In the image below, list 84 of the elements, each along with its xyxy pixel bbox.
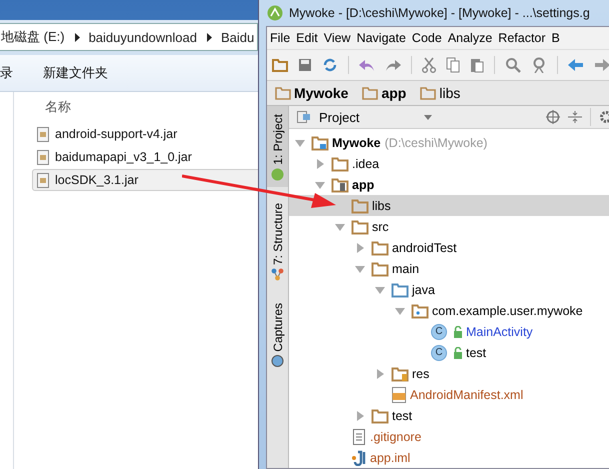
menu-item[interactable]: Analyze [444,31,496,45]
folder-icon [351,198,369,214]
folder-icon[interactable] [272,58,288,72]
menu-item[interactable]: Navigate [354,31,409,45]
tree-item[interactable]: C test [289,342,609,363]
project-view-icon [297,111,311,123]
tree-item[interactable]: com.example.user.mywoke [289,300,609,321]
cut-icon[interactable] [422,57,436,73]
tree-item[interactable]: .idea [289,153,609,174]
tree-item[interactable]: androidTest [289,237,609,258]
folder-icon [371,408,389,424]
file-row[interactable]: android-support-v4.jar [32,123,261,145]
class-badge: C [431,344,447,360]
structure-icon [271,268,284,281]
file-row[interactable]: baidumapapi_v3_1_0.jar [32,146,261,168]
menu-item[interactable]: Edit [293,31,321,45]
menu-item[interactable]: B [548,31,563,45]
tree-item[interactable]: src [289,216,609,237]
tree-item[interactable]: app.iml [289,447,609,468]
lock-icon [453,346,463,358]
copy-icon[interactable] [446,57,460,73]
folder-icon [311,134,329,150]
file-icon [37,172,49,188]
toolbar-button[interactable]: 新建文件夹 [43,62,108,84]
search-icon[interactable] [505,57,521,73]
folder-icon [331,176,349,192]
tree-item[interactable]: .gitignore [289,426,609,447]
menu-item[interactable]: File [267,31,294,45]
folder-icon [275,86,291,100]
folder-icon [391,366,409,382]
caret-icon [424,114,432,120]
address-segment[interactable]: 地磁盘 (E:) [1,28,65,46]
menu-item[interactable]: View [320,31,354,45]
chevron-icon [74,32,80,42]
undo-icon[interactable] [359,58,375,72]
tree-item[interactable]: C MainActivity [289,321,609,342]
xml-file-icon [391,386,407,402]
address-segment[interactable]: baiduyundownload [88,30,197,44]
target-icon[interactable] [546,110,560,124]
file-row[interactable]: locSDK_3.1.jar [32,169,261,191]
sync-icon[interactable] [322,57,338,73]
text-file-icon [351,428,367,444]
paste-icon[interactable] [470,57,484,73]
tree-item[interactable]: app [289,174,609,195]
collapse-icon[interactable] [568,110,582,124]
folder-icon [331,156,349,172]
breadcrumb[interactable]: libs [420,85,464,101]
file-icon [37,126,49,142]
side-tab[interactable]: 1: Project [267,106,288,187]
address-segment[interactable]: Baidu [221,30,254,44]
breadcrumb[interactable]: app [362,85,410,101]
side-tab[interactable]: 7: Structure [267,194,288,287]
folder-icon [391,282,409,298]
redo-icon[interactable] [385,58,401,72]
menu-item[interactable]: Refactor [495,31,549,45]
lock-icon [453,326,463,338]
tree-item[interactable]: libs [289,195,609,216]
tree-item[interactable]: test [289,405,609,426]
replace-icon[interactable] [531,57,547,73]
file-icon [37,150,49,164]
tree-item[interactable]: Mywoke (D:\ceshi\Mywoke) [289,132,609,153]
folder-icon [411,302,429,318]
column-header[interactable]: 名称 [45,92,258,122]
folder-icon [362,86,378,100]
folder-icon [351,218,369,234]
toolbar-button[interactable]: 录 [0,62,13,84]
window-title: Mywoke - [D:\ceshi\Mywoke] - [Mywoke] - ...\settings.g [289,6,590,20]
chevron-icon [206,32,212,42]
forward-icon[interactable] [594,58,609,72]
tree-item[interactable]: java [289,279,609,300]
tree-item[interactable]: res [289,363,609,384]
side-tab[interactable]: Captures [267,294,288,374]
folder-icon [371,240,389,256]
tree-item[interactable]: AndroidManifest.xml [289,384,609,405]
breadcrumb[interactable]: Mywoke [275,85,352,101]
back-icon[interactable] [568,58,584,72]
folder-icon [420,86,436,100]
save-icon[interactable] [298,58,312,72]
tree-item[interactable]: main [289,258,609,279]
menu-item[interactable]: Code [408,31,445,45]
class-badge: C [431,324,447,340]
module-file-icon [351,450,367,466]
address-bar[interactable]: 地磁盘 (E:) baiduyundownload Baidu [0,23,258,51]
folder-icon [371,260,389,276]
